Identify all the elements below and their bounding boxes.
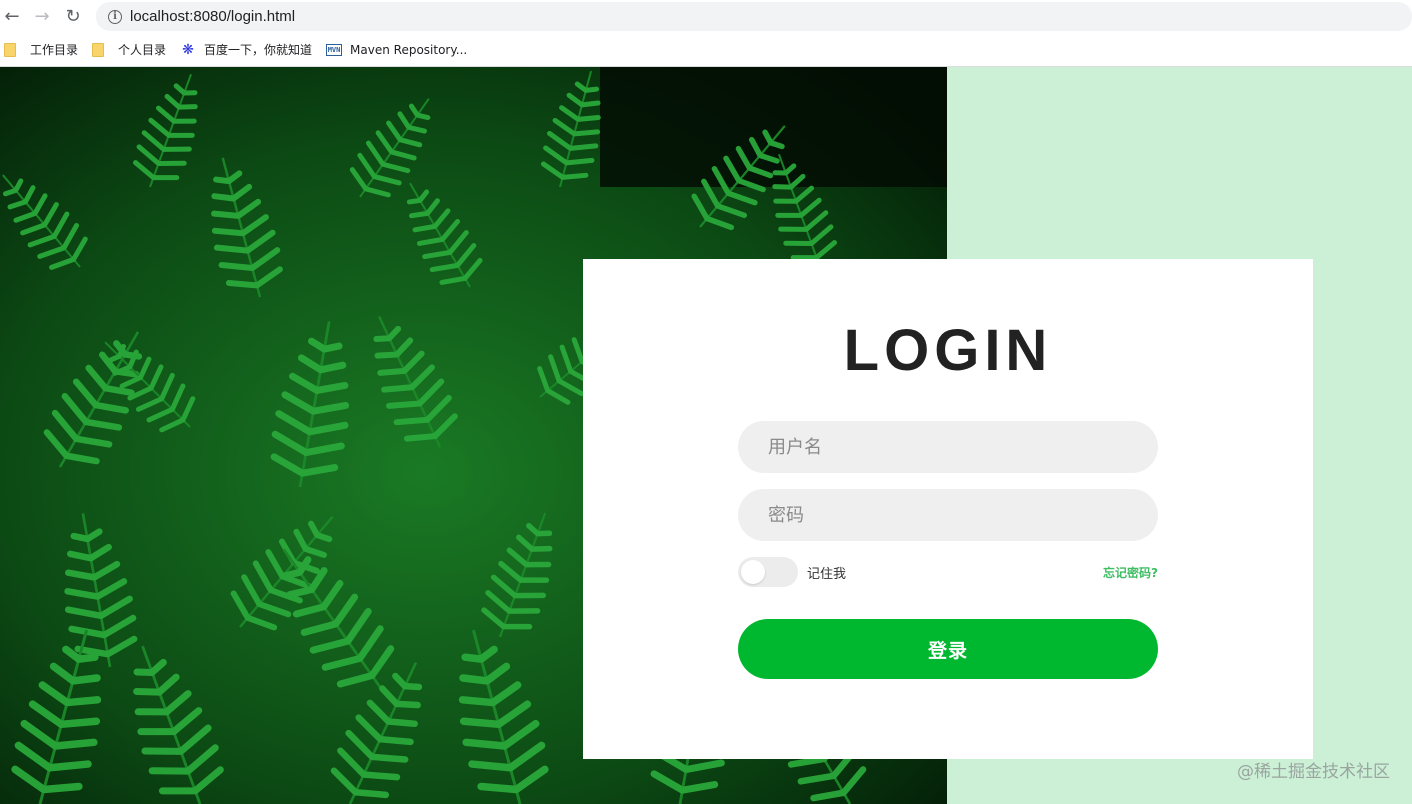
login-card: LOGIN 记住我 忘记密码? 登录 bbox=[583, 259, 1313, 759]
bookmark-label: 百度一下，你就知道 bbox=[204, 43, 313, 57]
url-text[interactable]: localhost:8080/login.html bbox=[130, 8, 295, 25]
back-arrow-icon[interactable]: ← bbox=[0, 4, 24, 28]
login-title: LOGIN bbox=[843, 318, 1053, 383]
remember-me-toggle[interactable] bbox=[738, 557, 798, 587]
info-icon[interactable]: i bbox=[108, 9, 122, 24]
baidu-paw-icon: ❋ bbox=[182, 41, 194, 58]
username-input[interactable] bbox=[738, 421, 1158, 473]
browser-toolbar: ← → ↻ i localhost:8080/login.html bbox=[0, 0, 1412, 33]
password-input[interactable] bbox=[738, 489, 1158, 541]
reload-icon[interactable]: ↻ bbox=[61, 4, 85, 28]
forward-arrow-icon[interactable]: → bbox=[30, 4, 54, 28]
login-button[interactable]: 登录 bbox=[738, 619, 1158, 679]
watermark: @稀土掘金技术社区 bbox=[1237, 762, 1390, 782]
remember-me-label: 记住我 bbox=[807, 567, 847, 582]
forgot-password-link[interactable]: 忘记密码? bbox=[1103, 564, 1158, 581]
bookmark-personal-dir[interactable]: 个人目录 bbox=[92, 36, 166, 64]
folder-icon bbox=[92, 42, 105, 57]
bookmark-label: 工作目录 bbox=[30, 43, 79, 57]
bookmark-baidu[interactable]: ❋ 百度一下，你就知道 bbox=[180, 36, 312, 64]
maven-icon: MVN bbox=[326, 43, 343, 56]
bookmark-maven[interactable]: MVN Maven Repository... bbox=[326, 36, 467, 64]
address-bar[interactable]: i localhost:8080/login.html bbox=[96, 2, 1412, 31]
bookmark-label: 个人目录 bbox=[118, 43, 167, 57]
toggle-knob bbox=[741, 560, 765, 584]
login-page: LOGIN 记住我 忘记密码? 登录 @稀土掘金技术社区 bbox=[0, 67, 1412, 804]
bookmark-label: Maven Repository... bbox=[350, 42, 468, 57]
folder-icon bbox=[4, 42, 16, 57]
bookmark-work-dir[interactable]: 工作目录 bbox=[4, 36, 78, 64]
bookmarks-bar: 工作目录 个人目录 ❋ 百度一下，你就知道 MVN Maven Reposito… bbox=[0, 33, 1412, 67]
